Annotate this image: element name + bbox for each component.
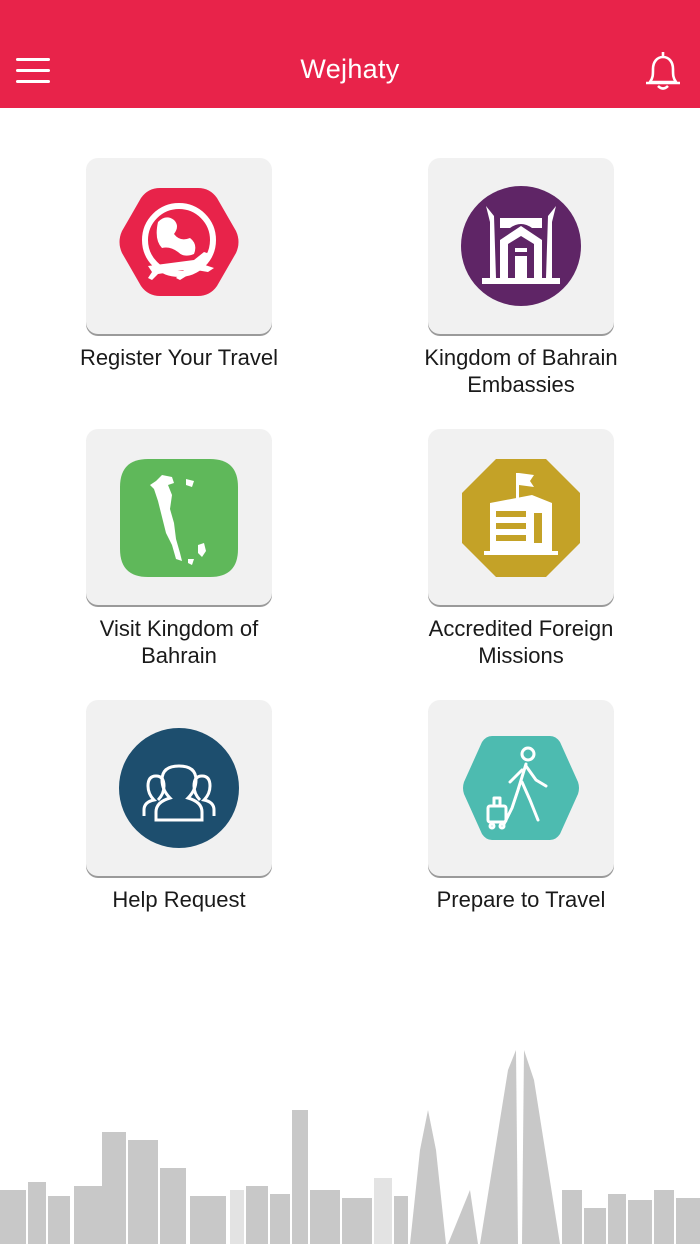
services-grid: Register Your Travel Kingdom of Bahrain …	[0, 108, 700, 948]
hamburger-menu-icon[interactable]	[14, 54, 54, 86]
people-group-icon	[119, 728, 239, 848]
tile-card	[428, 429, 614, 605]
bahrain-map-icon	[120, 459, 238, 577]
tile-card	[86, 700, 272, 876]
tile-prepare-to-travel[interactable]: Prepare to Travel	[378, 700, 638, 950]
page-title: Wejhaty	[300, 54, 400, 84]
tile-bahrain-embassies[interactable]: Kingdom of Bahrain Embassies	[378, 158, 638, 408]
tile-card	[428, 700, 614, 876]
bell-icon[interactable]	[640, 48, 686, 94]
fort-gate-icon	[461, 186, 581, 306]
app-header: Wejhaty	[0, 0, 700, 108]
tile-help-request[interactable]: Help Request	[36, 700, 296, 950]
tile-label: Help Request	[112, 887, 246, 912]
tile-label: Accredited Foreign Missions	[428, 616, 614, 668]
tile-card	[428, 158, 614, 334]
tile-accredited-foreign-missions[interactable]: Accredited Foreign Missions	[378, 429, 638, 679]
tile-label: Register Your Travel	[79, 345, 279, 370]
tile-label: Prepare to Travel	[436, 887, 606, 912]
tile-card	[86, 158, 272, 334]
city-skyline-decoration	[0, 1040, 700, 1244]
tile-card	[86, 429, 272, 605]
tile-visit-kingdom-of-bahrain[interactable]: Visit Kingdom of Bahrain	[36, 429, 296, 679]
tile-label: Visit Kingdom of Bahrain	[99, 616, 259, 668]
tile-label: Kingdom of Bahrain Embassies	[424, 345, 618, 397]
traveler-luggage-icon	[463, 736, 579, 840]
globe-airplane-icon	[119, 188, 239, 296]
building-flag-icon	[462, 459, 580, 577]
tile-register-your-travel[interactable]: Register Your Travel	[36, 158, 296, 408]
